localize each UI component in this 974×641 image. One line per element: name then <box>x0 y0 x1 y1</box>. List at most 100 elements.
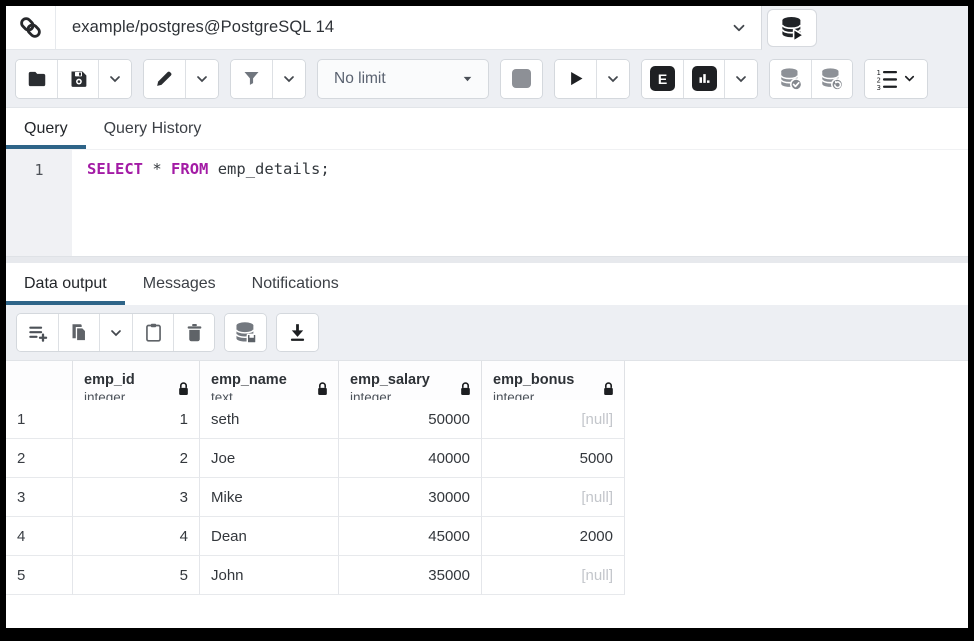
stop-button[interactable] <box>501 60 542 98</box>
cell-emp-name[interactable]: John <box>200 556 339 595</box>
caret-down-icon <box>461 72 474 85</box>
lock-icon <box>316 381 329 397</box>
connection-icon <box>6 6 56 49</box>
commit-button[interactable] <box>770 60 811 98</box>
connection-label: example/postgres@PostgreSQL 14 <box>56 18 717 37</box>
cell-emp-bonus[interactable]: [null] <box>482 478 625 517</box>
cell-emp-bonus[interactable]: [null] <box>482 556 625 595</box>
cell-emp-name[interactable]: Joe <box>200 439 339 478</box>
new-connection-button[interactable] <box>767 9 817 47</box>
delete-row-button[interactable] <box>173 314 214 351</box>
chevron-down-icon <box>733 71 749 87</box>
execute-button[interactable] <box>555 60 596 98</box>
explain-button-group: E <box>641 59 758 99</box>
cell-emp-bonus[interactable]: 2000 <box>482 517 625 556</box>
row-number-cell[interactable]: 3 <box>6 478 73 517</box>
cell-emp-id[interactable]: 5 <box>73 556 200 595</box>
tab-messages[interactable]: Messages <box>125 263 234 305</box>
connection-selector[interactable]: example/postgres@PostgreSQL 14 <box>6 6 762 50</box>
cell-emp-name[interactable]: Mike <box>200 478 339 517</box>
add-row-button[interactable] <box>17 314 58 351</box>
database-new-connection-icon <box>779 15 806 42</box>
query-tabstrip: Query Query History <box>6 108 968 150</box>
explain-options-dropdown[interactable] <box>724 60 757 98</box>
sql-keyword: FROM <box>171 160 208 178</box>
result-grid: emp_idinteger emp_nametext emp_salaryint… <box>6 361 626 595</box>
row-limit-select[interactable]: No limit <box>317 59 489 99</box>
download-button-group <box>276 313 319 352</box>
column-name: emp_name <box>211 371 287 389</box>
copy-options-dropdown[interactable] <box>99 314 132 351</box>
stop-button-group <box>500 59 543 99</box>
chevron-down-icon <box>902 71 917 86</box>
paste-button[interactable] <box>132 314 173 351</box>
tab-query-history[interactable]: Query History <box>86 108 220 149</box>
explain-button[interactable]: E <box>642 60 683 98</box>
cell-emp-salary[interactable]: 45000 <box>339 517 482 556</box>
row-limit-value: No limit <box>334 70 386 88</box>
row-number-cell[interactable]: 5 <box>6 556 73 595</box>
cell-emp-id[interactable]: 2 <box>73 439 200 478</box>
tab-query-label: Query <box>24 120 68 138</box>
download-icon <box>287 322 308 343</box>
copy-button[interactable] <box>58 314 99 351</box>
macros-button[interactable]: 1 2 3 <box>865 60 927 98</box>
download-csv-button[interactable] <box>277 314 318 351</box>
tab-data-output[interactable]: Data output <box>6 263 125 305</box>
cell-emp-bonus[interactable]: 5000 <box>482 439 625 478</box>
tab-messages-label: Messages <box>143 275 216 293</box>
file-button-group <box>15 59 132 99</box>
open-file-button[interactable] <box>16 60 57 98</box>
cell-emp-bonus[interactable]: [null] <box>482 400 625 439</box>
editor-line-number-gutter: 1 <box>6 150 72 256</box>
cell-emp-salary[interactable]: 50000 <box>339 400 482 439</box>
save-data-changes-button[interactable] <box>225 314 266 351</box>
row-number-cell[interactable]: 4 <box>6 517 73 556</box>
numbered-list-icon: 1 2 3 <box>875 67 899 91</box>
row-number-cell[interactable]: 2 <box>6 439 73 478</box>
cell-emp-id[interactable]: 1 <box>73 400 200 439</box>
chevron-down-icon <box>717 19 761 37</box>
edit-button[interactable] <box>144 60 185 98</box>
sql-code-area[interactable]: SELECT * FROM emp_details; <box>72 150 968 256</box>
save-data-button-group <box>224 313 267 352</box>
filter-button[interactable] <box>231 60 272 98</box>
tab-notifications[interactable]: Notifications <box>234 263 357 305</box>
cell-emp-salary[interactable]: 30000 <box>339 478 482 517</box>
cell-emp-name[interactable]: Dean <box>200 517 339 556</box>
column-name: emp_id <box>84 371 135 389</box>
panel-splitter[interactable] <box>6 256 968 263</box>
chevron-down-icon <box>605 71 621 87</box>
column-name: emp_bonus <box>493 371 574 389</box>
execute-button-group <box>554 59 630 99</box>
transaction-button-group <box>769 59 853 99</box>
save-file-button[interactable] <box>57 60 98 98</box>
chevron-down-icon <box>194 71 210 87</box>
sql-identifier: emp_details; <box>218 160 330 178</box>
query-toolbar: No limit E <box>6 50 968 108</box>
execute-options-dropdown[interactable] <box>596 60 629 98</box>
cell-emp-salary[interactable]: 35000 <box>339 556 482 595</box>
lock-icon <box>459 381 472 397</box>
row-number-cell[interactable]: 1 <box>6 400 73 439</box>
paste-icon <box>143 322 164 343</box>
filter-options-dropdown[interactable] <box>272 60 305 98</box>
save-options-dropdown[interactable] <box>98 60 131 98</box>
sql-keyword: SELECT <box>87 160 143 178</box>
explain-analyze-button[interactable] <box>683 60 724 98</box>
rollback-button[interactable] <box>811 60 852 98</box>
cell-emp-name[interactable]: seth <box>200 400 339 439</box>
cell-emp-id[interactable]: 3 <box>73 478 200 517</box>
macros-button-group: 1 2 3 <box>864 59 928 99</box>
lock-icon <box>177 381 190 397</box>
tab-query[interactable]: Query <box>6 108 86 149</box>
tab-query-history-label: Query History <box>104 120 202 138</box>
row-edit-button-group <box>16 313 215 352</box>
edit-options-dropdown[interactable] <box>185 60 218 98</box>
edit-button-group <box>143 59 219 99</box>
cell-emp-salary[interactable]: 40000 <box>339 439 482 478</box>
copy-icon <box>69 322 90 343</box>
database-save-icon <box>233 320 259 346</box>
tab-notifications-label: Notifications <box>252 275 339 293</box>
cell-emp-id[interactable]: 4 <box>73 517 200 556</box>
